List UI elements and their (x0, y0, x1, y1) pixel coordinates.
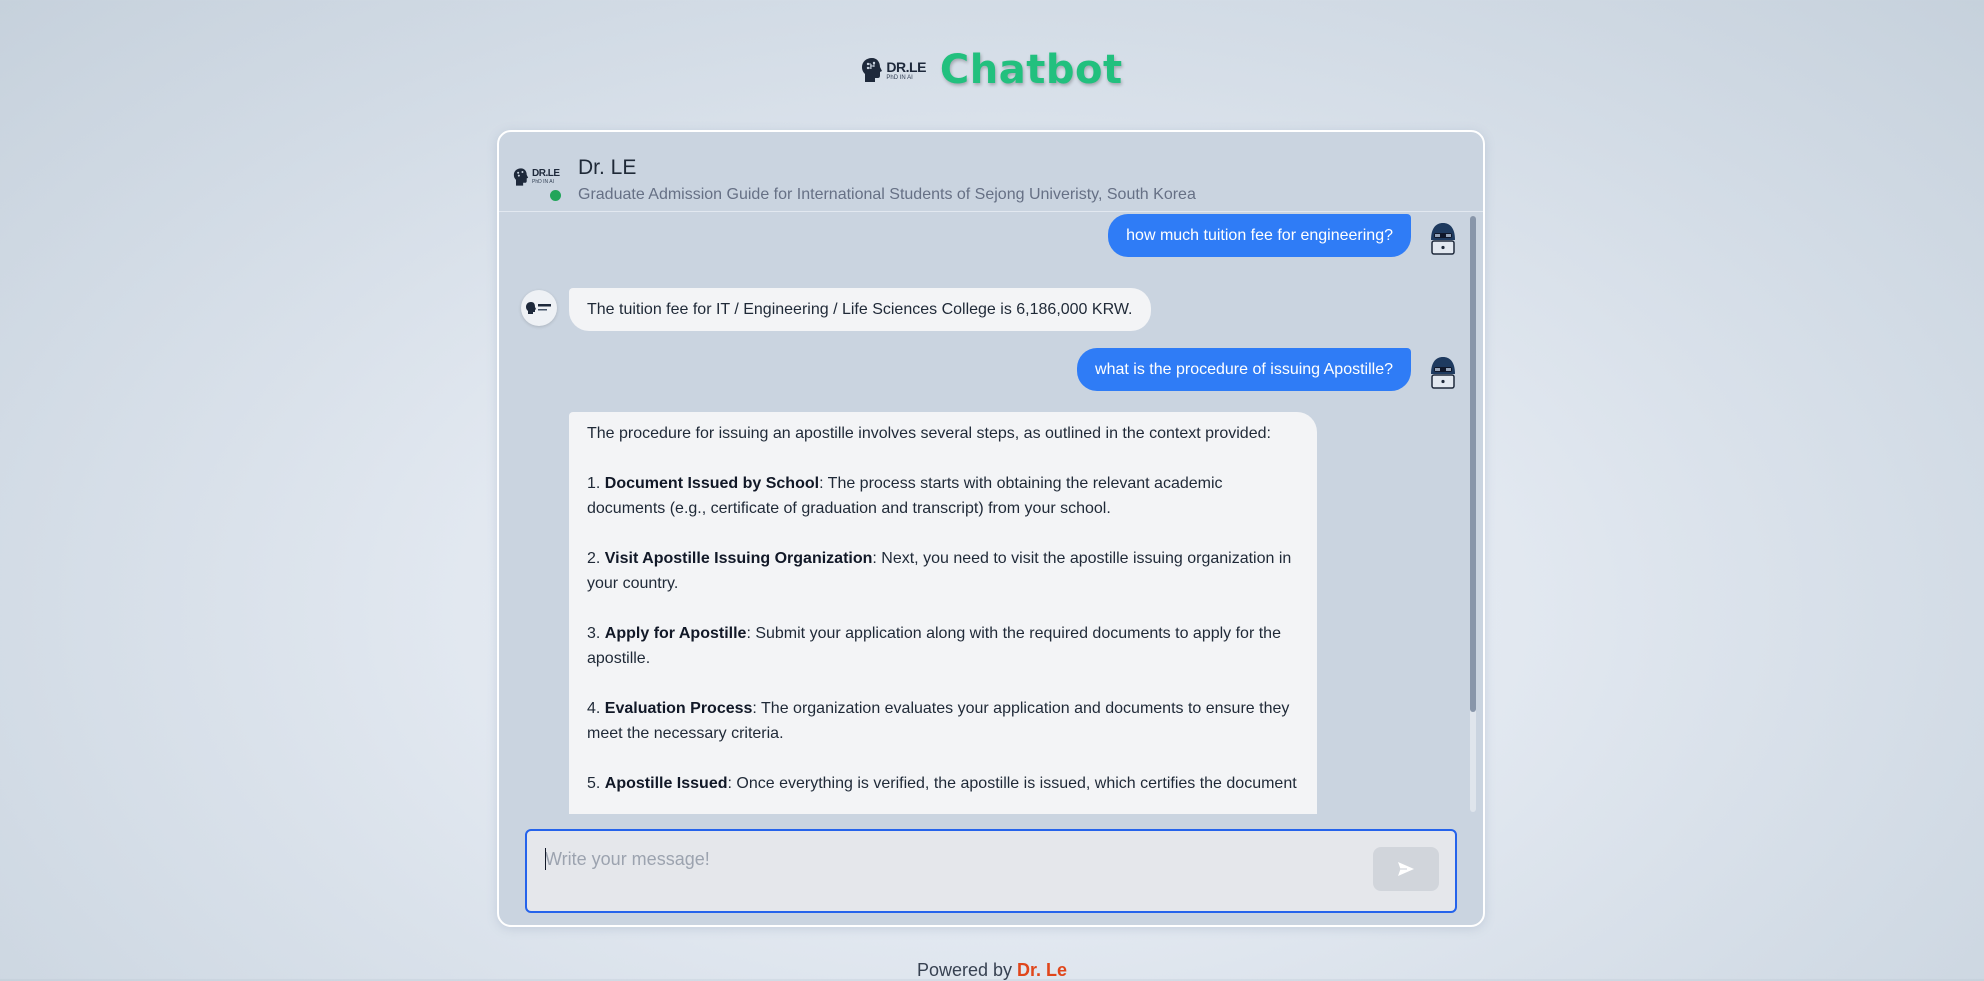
bot-subtitle: Graduate Admission Guide for Internation… (578, 186, 1196, 203)
step-title: Document Issued by School (604, 475, 820, 492)
bot-message: The tuition fee for IT / Engineering / L… (569, 288, 1151, 331)
logo-wordmark: DR.LE (532, 168, 560, 179)
drle-logo: DR.LE PhD IN AI (861, 56, 926, 84)
bot-avatar (521, 290, 557, 326)
bot-message: The procedure for issuing an apostille i… (569, 412, 1317, 814)
online-status-dot (550, 190, 561, 201)
logo-wordmark: DR.LE (886, 58, 926, 75)
list-item: 5. Apostille Issued: Once everything is … (587, 775, 1297, 792)
user-avatar-icon (1431, 357, 1455, 389)
scrollbar-thumb[interactable] (1470, 216, 1476, 712)
step-title: Apostille Issued (604, 775, 728, 792)
brain-head-icon (513, 168, 529, 186)
app-header: DR.LE PhD IN AI Chatbot (0, 44, 1984, 96)
list-item: 4. Evaluation Process: The organization … (587, 700, 1290, 742)
step-text: : Once everything is verified, the apost… (727, 775, 1297, 792)
logo-tagline: PhD IN AI (886, 74, 913, 81)
list-item: 3. Apply for Apostille: Submit your appl… (587, 625, 1281, 667)
footer: Powered by Dr. Le (0, 960, 1984, 981)
step-title: Evaluation Process (604, 700, 753, 717)
message-list[interactable]: how much tuition fee for engineering? Th… (499, 214, 1483, 814)
user-message: how much tuition fee for engineering? (1108, 214, 1411, 257)
user-avatar-icon (1431, 223, 1455, 255)
footer-brand-link[interactable]: Dr. Le (1017, 960, 1067, 980)
chat-header: DR.LE PhD IN AI Dr. LE Graduate Admissio… (499, 132, 1483, 212)
brain-head-icon (862, 58, 883, 82)
app-title: Chatbot (939, 47, 1123, 93)
bot-message-intro: The procedure for issuing an apostille i… (587, 425, 1271, 442)
footer-prefix: Powered by (916, 960, 1012, 980)
message-scrollbar[interactable] (1470, 216, 1476, 812)
send-button[interactable] (1373, 847, 1439, 891)
send-icon (1398, 862, 1414, 876)
message-input[interactable] (545, 843, 1345, 875)
brain-head-icon (526, 302, 551, 314)
user-message: what is the procedure of issuing Apostil… (1077, 348, 1411, 391)
message-composer (525, 829, 1457, 913)
step-title: Visit Apostille Issuing Organization (604, 550, 873, 567)
list-item: 2. Visit Apostille Issuing Organization:… (587, 550, 1292, 592)
logo-tagline: PhD IN AI (532, 179, 554, 185)
list-item: 1. Document Issued by School: The proces… (587, 475, 1223, 517)
chat-window: DR.LE PhD IN AI Dr. LE Graduate Admissio… (497, 130, 1485, 927)
step-title: Apply for Apostille (604, 625, 747, 642)
text-caret (545, 848, 546, 870)
bot-name: Dr. LE (578, 156, 637, 179)
bot-profile-logo: DR.LE PhD IN AI (513, 167, 560, 187)
